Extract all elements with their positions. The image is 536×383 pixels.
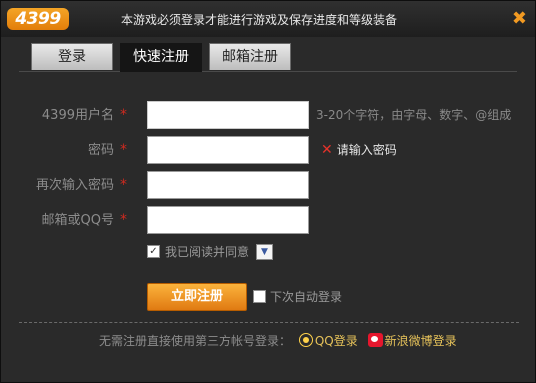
agree-label: 我已阅读并同意 <box>165 245 250 259</box>
auto-login-label: 下次自动登录 <box>270 290 343 304</box>
username-row: 4399用户名 * 3-20个字符，由字母、数字、@组成 <box>1 101 536 129</box>
tab-bar: 登录 快速注册 邮箱注册 <box>19 43 517 72</box>
weibo-icon <box>367 333 383 347</box>
password-error: ✕ 请输入密码 <box>321 136 397 164</box>
tab-quick-register[interactable]: 快速注册 <box>120 43 202 72</box>
auto-login-checkbox[interactable] <box>253 290 266 303</box>
qq-login-link[interactable]: QQ登录 <box>315 334 358 348</box>
required-mark: * <box>120 212 127 228</box>
close-icon[interactable]: ✖ <box>512 9 527 29</box>
email-input[interactable] <box>147 206 309 234</box>
email-label-text: 邮箱或QQ号 <box>41 213 114 228</box>
confirm-password-label-text: 再次输入密码 <box>35 178 114 193</box>
confirm-password-label: 再次输入密码 * <box>36 171 127 200</box>
register-dialog: 4399 本游戏必须登录才能进行游戏及保存进度和等级装备 ✖ 登录 快速注册 邮… <box>0 0 536 383</box>
password-error-text: 请输入密码 <box>336 143 397 157</box>
agreement-dropdown-button[interactable]: ▼ <box>256 244 273 260</box>
username-hint: 3-20个字符，由字母、数字、@组成 <box>316 108 512 122</box>
username-label-text: 4399用户名 <box>41 108 114 123</box>
email-row: 邮箱或QQ号 * <box>1 206 536 234</box>
tab-login[interactable]: 登录 <box>31 43 113 70</box>
email-label: 邮箱或QQ号 * <box>42 206 127 235</box>
username-input[interactable] <box>147 101 309 129</box>
logo-4399: 4399 <box>7 8 69 30</box>
agree-checkbox[interactable]: ✓ <box>147 245 160 258</box>
password-row: 密码 * ✕ 请输入密码 <box>1 136 536 164</box>
title-bar: 4399 本游戏必须登录才能进行游戏及保存进度和等级装备 ✖ <box>1 1 535 37</box>
tab-email-register[interactable]: 邮箱注册 <box>209 43 291 70</box>
auto-login-row: 下次自动登录 <box>253 287 373 307</box>
qq-icon <box>298 333 313 347</box>
required-mark: * <box>120 177 127 193</box>
password-label-text: 密码 <box>87 143 114 158</box>
username-label: 4399用户名 * <box>42 101 127 130</box>
password-label: 密码 * <box>88 136 127 165</box>
register-button[interactable]: 立即注册 <box>147 283 247 311</box>
third-party-text: 无需注册直接使用第三方帐号登录： <box>99 334 292 348</box>
divider <box>19 322 519 323</box>
error-x-icon: ✕ <box>321 142 333 158</box>
password-input[interactable] <box>147 136 309 164</box>
confirm-password-input[interactable] <box>147 171 309 199</box>
required-mark: * <box>120 107 127 123</box>
third-party-login: 无需注册直接使用第三方帐号登录： QQ登录 新浪微博登录 <box>99 331 457 351</box>
agree-row: ✓ 我已阅读并同意 ▼ <box>147 242 347 262</box>
confirm-password-row: 再次输入密码 * <box>1 171 536 199</box>
dialog-title: 本游戏必须登录才能进行游戏及保存进度和等级装备 <box>121 13 398 27</box>
weibo-login-link[interactable]: 新浪微博登录 <box>385 334 457 348</box>
required-mark: * <box>120 142 127 158</box>
